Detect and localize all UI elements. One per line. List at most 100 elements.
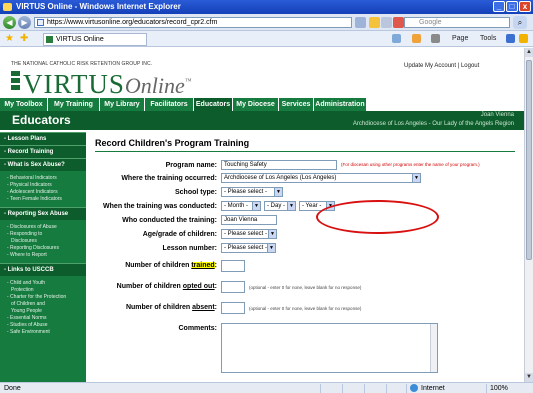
sidebar-subitem[interactable]: - Physical Indicators [0, 182, 86, 189]
tab-administration[interactable]: Administration [314, 98, 366, 111]
update-account-link[interactable]: Update My Account [404, 63, 456, 69]
scroll-down-icon[interactable]: ▼ [525, 373, 533, 382]
row-trained: Number of children trained: [95, 260, 515, 272]
sidebar-subitem[interactable]: Disclosures [0, 238, 86, 245]
address-bar: ◀ ▶ https://www.virtusonline.org/educato… [0, 14, 533, 31]
favicon-icon [46, 36, 53, 43]
browser-tab[interactable]: VIRTUS Online [43, 33, 147, 46]
comments-label: Comments: [178, 325, 217, 332]
refresh-icon[interactable] [381, 17, 392, 28]
sidebar-subitem[interactable]: - Disclosures of Abuse [0, 224, 86, 231]
tab-educators[interactable]: Educators [194, 98, 232, 111]
search-input[interactable]: Google [404, 17, 510, 28]
row-school-type: School type: - Please select - ▼ [95, 187, 515, 199]
sidebar-subitem[interactable]: - Where to Report [0, 252, 86, 259]
row-lesson: Lesson number: - Please select - ▼ [95, 243, 515, 255]
scroll-thumb[interactable] [526, 60, 532, 260]
forward-button[interactable]: ▶ [18, 16, 31, 29]
page-viewport: THE NATIONAL CATHOLIC RISK RETENTION GRO… [0, 48, 524, 382]
sidebar-subitem[interactable]: - Adolescent Indicators [0, 189, 86, 196]
maximize-button[interactable]: □ [506, 1, 518, 12]
search-icon[interactable]: ⌕ [513, 16, 527, 29]
globe-icon [410, 384, 418, 392]
feeds-icon[interactable] [412, 34, 421, 43]
day-select[interactable]: - Day - ▼ [264, 201, 296, 211]
sidebar-subitem[interactable]: - Charter for the Protection [0, 294, 86, 301]
sidebar-item-lesson-plans[interactable]: - Lesson Plans [0, 132, 86, 145]
research-icon[interactable] [519, 34, 528, 43]
stop-icon[interactable] [393, 17, 404, 28]
sidebar-subitem[interactable]: - Safe Environment [0, 329, 86, 336]
section-title: Educators [12, 113, 71, 127]
program-name-input[interactable]: Touching Safety [221, 160, 337, 170]
sidebar-subitem[interactable]: - Responding to [0, 231, 86, 238]
sidebar-subitem[interactable]: - Behavioral Indicators [0, 175, 86, 182]
add-favorites-icon[interactable]: ✚ [20, 33, 28, 45]
where-select[interactable]: Archdiocese of Los Angeles (Los Angeles)… [221, 173, 421, 183]
sidebar-item-usccb[interactable]: - Links to USCCB [0, 263, 86, 276]
trained-input[interactable] [221, 260, 245, 272]
sidebar-subitem[interactable]: - Child and Youth [0, 280, 86, 287]
tab-my-diocese[interactable]: My Diocese [233, 98, 278, 111]
minimize-button[interactable]: _ [493, 1, 505, 12]
lock-icon[interactable] [369, 17, 380, 28]
comments-textarea[interactable] [221, 323, 438, 373]
row-where: Where the training occurred: Archdiocese… [95, 173, 515, 185]
sidebar-subitem[interactable]: of Children and [0, 301, 86, 308]
status-text: Done [4, 385, 21, 392]
favorites-star-icon[interactable]: ★ [5, 33, 14, 45]
sidebar-subitem[interactable]: - Reporting Disclosures [0, 245, 86, 252]
absent-input[interactable] [221, 302, 245, 314]
sidebar-item-what-is-sex-abuse[interactable]: - What is Sex Abuse? [0, 158, 86, 171]
school-type-select[interactable]: - Please select - ▼ [221, 187, 283, 197]
logo-text: VIRTUSOnline™ [23, 69, 193, 99]
tab-label: VIRTUS Online [56, 36, 104, 43]
tab-my-toolbox[interactable]: My Toolbox [0, 98, 47, 111]
window-title: VIRTUS Online - Windows Internet Explore… [16, 2, 181, 11]
sidebar-subitem[interactable]: - Teen Female Indicators [0, 196, 86, 203]
page-scrollbar[interactable]: ▲ ▼ [524, 48, 533, 382]
program-name-label: Program name: [165, 162, 217, 169]
home-icon[interactable] [392, 34, 401, 43]
tab-my-library[interactable]: My Library [100, 98, 144, 111]
title-divider [95, 151, 515, 152]
opted-out-label: Number of children opted out: [116, 283, 217, 290]
lesson-select[interactable]: - Please select - ▼ [221, 243, 276, 253]
sidebar-item-record-training[interactable]: - Record Training [0, 145, 86, 158]
zoom-level[interactable]: 100% [490, 383, 508, 393]
account-links: Update My Account | Logout [404, 63, 479, 69]
security-zone: Internet [410, 383, 445, 393]
sidebar-subitem[interactable]: Protection [0, 287, 86, 294]
dropdown-arrow-icon[interactable] [355, 17, 366, 28]
month-select[interactable]: - Month - ▼ [221, 201, 261, 211]
tab-my-training[interactable]: My Training [48, 98, 99, 111]
when-label: When the training was conducted: [103, 203, 217, 210]
opted-out-note: (optional - enter 0 for none, leave blan… [249, 285, 362, 290]
textarea-scrollbar[interactable] [430, 324, 437, 372]
tab-services[interactable]: Services [279, 98, 313, 111]
window-titlebar: VIRTUS Online - Windows Internet Explore… [0, 0, 533, 14]
back-button[interactable]: ◀ [3, 16, 16, 29]
who-input[interactable]: Joan Vienna [221, 215, 277, 225]
tab-facilitators[interactable]: Facilitators [145, 98, 193, 111]
logout-link[interactable]: Logout [461, 63, 479, 69]
age-label: Age/grade of children: [142, 231, 217, 238]
print-icon[interactable] [431, 34, 440, 43]
row-comments: Comments: [95, 323, 515, 375]
sidebar-subitem[interactable]: Young People [0, 308, 86, 315]
opted-out-input[interactable] [221, 281, 245, 293]
help-icon[interactable] [506, 34, 515, 43]
sidebar-subitem[interactable]: - Studies of Abuse [0, 322, 86, 329]
sidebar-subitem[interactable]: - Essential Norms [0, 315, 86, 322]
sidebar-item-reporting[interactable]: - Reporting Sex Abuse [0, 207, 86, 220]
user-location: Archdiocese of Los Angeles - Our Lady of… [352, 121, 514, 127]
tools-menu[interactable]: Tools [480, 34, 496, 44]
close-button[interactable]: x [519, 1, 531, 12]
page-menu[interactable]: Page [452, 34, 468, 44]
url-input[interactable]: https://www.virtusonline.org/educators/r… [34, 17, 352, 28]
main-nav: My Toolbox My Training My Library Facili… [0, 98, 524, 111]
scroll-up-icon[interactable]: ▲ [525, 48, 533, 57]
row-when: When the training was conducted: - Month… [95, 201, 515, 213]
age-select[interactable]: - Please select - ▼ [221, 229, 277, 239]
absent-label: Number of children absent: [125, 304, 217, 311]
